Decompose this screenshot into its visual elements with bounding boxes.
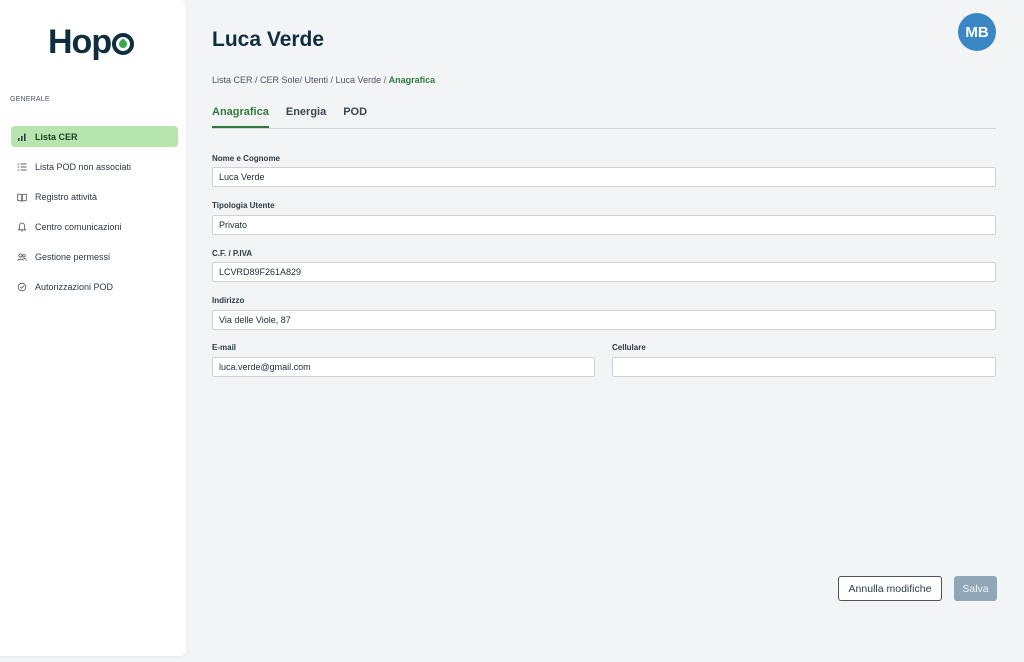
check-circle-icon [17,282,27,292]
book-icon [17,192,27,202]
sidebar-item-label: Gestione permessi [35,251,111,262]
sidebar-item-centro-comunicazioni[interactable]: Centro comunicazioni [11,216,178,237]
mobile-field[interactable] [612,357,996,377]
sidebar-item-label: Autorizzazioni POD [35,281,114,292]
email-field[interactable]: luca.verde@gmail.com [212,357,595,377]
hope-logo[interactable]: Hop [48,22,148,62]
address-field[interactable]: Via delle Viole, 87 [212,310,996,330]
breadcrumb-path[interactable]: Lista CER / CER Sole/ Utenti / Luca Verd… [212,75,389,85]
user-type-field[interactable]: Privato [212,215,996,235]
address-label: Indirizzo [212,296,245,305]
sidebar-nav: Lista CER Lista POD non associati Regist… [11,126,178,306]
sidebar: Hop GENERALE Lista CER Lista POD non ass… [0,0,186,656]
breadcrumb: Lista CER / CER Sole/ Utenti / Luca Verd… [212,75,435,85]
name-field[interactable]: Luca Verde [212,167,996,187]
users-icon [17,252,27,262]
logo-leaf-icon [112,33,135,55]
tax-id-field[interactable]: LCVRD89F261A829 [212,262,996,282]
avatar[interactable]: MB [958,13,996,51]
user-type-label: Tipologia Utente [212,201,275,210]
tab-pod[interactable]: POD [343,106,367,128]
sidebar-item-gestione-permessi[interactable]: Gestione permessi [11,246,178,267]
sidebar-item-label: Registro attività [35,191,98,202]
page-title: Luca Verde [212,28,325,51]
logo-text: Hop [48,22,112,61]
sidebar-section-label: GENERALE [10,96,50,103]
bar-chart-icon [17,132,27,142]
sidebar-item-autorizzazioni-pod[interactable]: Autorizzazioni POD [11,276,178,297]
save-button[interactable]: Salva [954,576,997,601]
tab-energia[interactable]: Energia [286,106,326,128]
sidebar-item-lista-cer[interactable]: Lista CER [11,126,178,147]
tax-id-label: C.F. / P.IVA [212,249,253,258]
email-label: E-mail [212,343,237,352]
sidebar-item-lista-pod[interactable]: Lista POD non associati [11,156,178,177]
bell-icon [17,222,27,232]
sidebar-item-label: Centro comunicazioni [35,221,122,232]
breadcrumb-current: Anagrafica [388,75,436,85]
name-label: Nome e Cognome [212,154,281,163]
sidebar-item-label: Lista CER [35,131,78,142]
cancel-changes-button[interactable]: Annulla modifiche [838,576,942,601]
sidebar-item-registro-attivita[interactable]: Registro attività [11,186,178,207]
tab-bar: Anagrafica Energia POD [212,106,996,129]
tab-anagrafica[interactable]: Anagrafica [212,106,269,128]
mobile-label: Cellulare [612,343,646,352]
list-icon [17,162,27,172]
sidebar-item-label: Lista POD non associati [35,161,132,172]
